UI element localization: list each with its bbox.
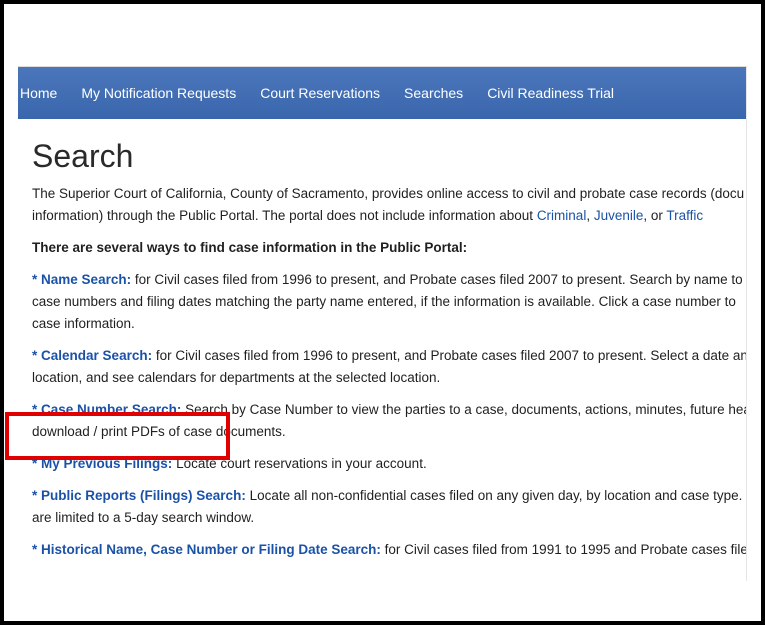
historical-search-item: * Historical Name, Case Number or Filing… bbox=[32, 539, 747, 561]
screenshot-frame: Home My Notification Requests Court Rese… bbox=[0, 0, 765, 625]
case-number-search-line-1: * Case Number Search: Search by Case Num… bbox=[32, 399, 747, 421]
name-search-line-3: case information. bbox=[32, 316, 135, 331]
previous-filings-desc-1: Locate court reservations in your accoun… bbox=[172, 456, 427, 471]
calendar-search-line-2: location, and see calendars for departme… bbox=[32, 370, 441, 385]
bullet-star: * bbox=[32, 348, 38, 363]
nav-court-reservations[interactable]: Court Reservations bbox=[260, 85, 380, 101]
previous-filings-link[interactable]: My Previous Filings: bbox=[41, 456, 172, 471]
traffic-link[interactable]: Traffic bbox=[666, 208, 703, 223]
name-search-line-2: case numbers and filing dates matching t… bbox=[32, 294, 736, 309]
name-search-item: * Name Search: for Civil cases filed fro… bbox=[32, 269, 747, 335]
nav-searches[interactable]: Searches bbox=[404, 85, 463, 101]
historical-search-line-1: * Historical Name, Case Number or Filing… bbox=[32, 539, 747, 561]
juvenile-link[interactable]: Juvenile bbox=[594, 208, 644, 223]
main-content: Search The Superior Court of California,… bbox=[18, 138, 747, 561]
public-reports-line-2: are limited to a 5-day search window. bbox=[32, 510, 255, 525]
public-reports-item: * Public Reports (Filings) Search: Locat… bbox=[32, 485, 747, 529]
calendar-search-line-1: * Calendar Search: for Civil cases filed… bbox=[32, 345, 747, 367]
bullet-star: * bbox=[32, 542, 38, 557]
previous-filings-line-1: * My Previous Filings: Locate court rese… bbox=[32, 453, 746, 475]
intro-line-2: information) through the Public Portal. … bbox=[32, 205, 746, 227]
intro-line-1: The Superior Court of California, County… bbox=[32, 186, 745, 201]
nav-civil-readiness-trial[interactable]: Civil Readiness Trial bbox=[487, 85, 614, 101]
name-search-line-1: * Name Search: for Civil cases filed fro… bbox=[32, 269, 747, 291]
intro-comma: , bbox=[586, 208, 594, 223]
public-reports-desc-1: Locate all non-confidential cases filed … bbox=[245, 488, 747, 503]
case-number-search-desc-1: Search by Case Number to view the partie… bbox=[181, 402, 747, 417]
calendar-search-desc-1: for Civil cases filed from 1996 to prese… bbox=[152, 348, 747, 363]
criminal-link[interactable]: Criminal bbox=[537, 208, 587, 223]
previous-filings-item: * My Previous Filings: Locate court rese… bbox=[32, 453, 746, 475]
case-number-search-link[interactable]: Case Number Search: bbox=[41, 402, 181, 417]
page-title: Search bbox=[32, 138, 134, 174]
public-reports-link[interactable]: Public Reports (Filings) Search: bbox=[41, 488, 246, 503]
public-reports-line-1: * Public Reports (Filings) Search: Locat… bbox=[32, 485, 747, 507]
nav-home[interactable]: Home bbox=[20, 85, 57, 101]
intro-line-2-text: information) through the Public Portal. … bbox=[32, 208, 537, 223]
historical-search-link[interactable]: Historical Name, Case Number or Filing D… bbox=[41, 542, 381, 557]
ways-heading: There are several ways to find case info… bbox=[32, 240, 468, 255]
nav-my-notification-requests[interactable]: My Notification Requests bbox=[81, 85, 236, 101]
bullet-star: * bbox=[32, 456, 38, 471]
browser-viewport: Home My Notification Requests Court Rese… bbox=[18, 66, 747, 581]
calendar-search-link[interactable]: Calendar Search: bbox=[41, 348, 152, 363]
historical-search-desc-1: for Civil cases filed from 1991 to 1995 … bbox=[380, 542, 747, 557]
name-search-link[interactable]: Name Search: bbox=[41, 272, 131, 287]
top-nav-bar: Home My Notification Requests Court Rese… bbox=[18, 67, 746, 119]
case-number-search-line-2: download / print PDFs of case documents. bbox=[32, 424, 286, 439]
case-number-search-item: * Case Number Search: Search by Case Num… bbox=[32, 399, 747, 443]
intro-or: , or bbox=[643, 208, 667, 223]
name-search-desc-1: for Civil cases filed from 1996 to prese… bbox=[131, 272, 747, 287]
calendar-search-item: * Calendar Search: for Civil cases filed… bbox=[32, 345, 747, 389]
bullet-star: * bbox=[32, 272, 38, 287]
bullet-star: * bbox=[32, 488, 38, 503]
bullet-star: * bbox=[32, 402, 38, 417]
intro-paragraph: The Superior Court of California, County… bbox=[32, 183, 746, 227]
